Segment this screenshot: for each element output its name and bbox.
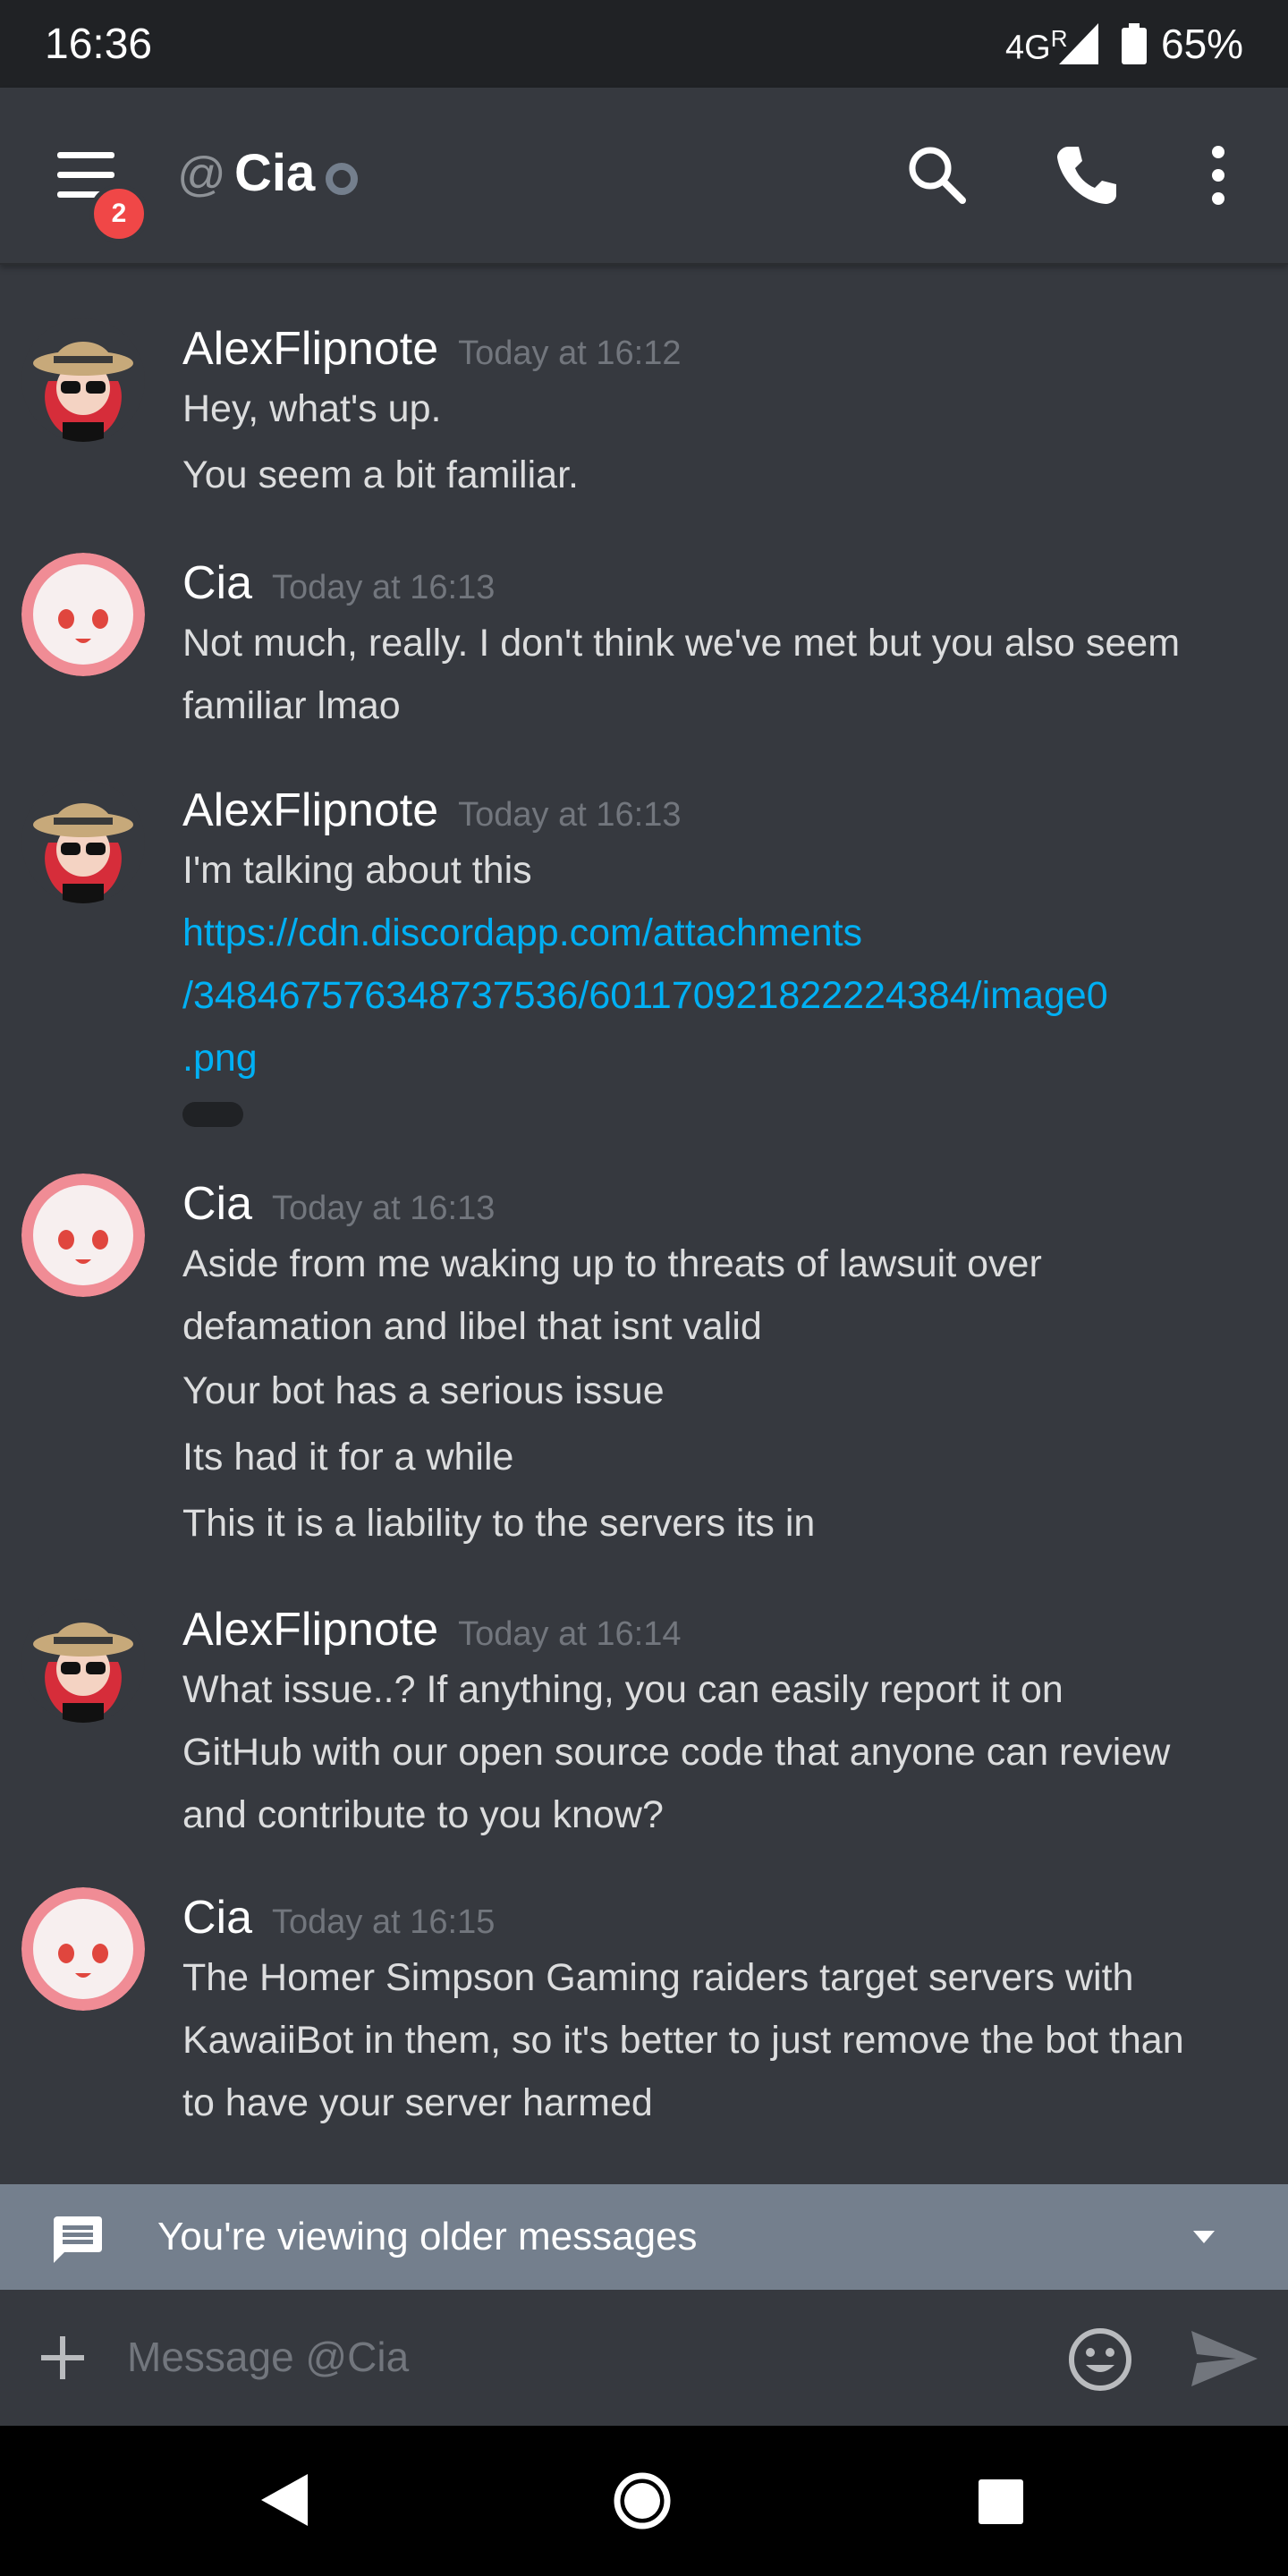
message-link[interactable]: .png <box>182 1027 1256 1089</box>
message-composer: Message @Cia <box>0 2290 1288 2426</box>
avatar-cia[interactable] <box>21 1887 145 2011</box>
message-author[interactable]: Cia Today at 16:13 <box>182 556 495 610</box>
emoji-icon[interactable] <box>1066 2326 1134 2394</box>
message-author[interactable]: Cia Today at 16:15 <box>182 1891 495 1945</box>
message-text: Your bot has a serious issue <box>182 1369 665 1412</box>
message-text: This it is a liability to the servers it… <box>182 1502 816 1545</box>
avatar-cia[interactable] <box>21 553 145 676</box>
avatar-alexflipnote[interactable] <box>21 318 145 442</box>
message-author[interactable]: Cia Today at 16:13 <box>182 1177 495 1231</box>
message-link[interactable]: https://cdn.discordapp.com/attachments <box>182 902 1256 964</box>
message-text: Aside from me waking up to threats of la… <box>182 1242 1042 1285</box>
message-timestamp: Today at 16:15 <box>272 1903 496 1941</box>
unread-badge: 2 <box>89 184 148 243</box>
signal-icon <box>1059 23 1098 64</box>
embed-loading-placeholder <box>182 1102 243 1127</box>
message-author[interactable]: AlexFlipnote Today at 16:14 <box>182 1603 681 1657</box>
at-symbol: @ <box>177 148 226 201</box>
message-text: and contribute to you know? <box>182 1793 664 1836</box>
back-icon[interactable] <box>259 2472 309 2528</box>
message-timestamp: Today at 16:14 <box>458 1615 682 1653</box>
message-text: GitHub with our open source code that an… <box>182 1731 1171 1774</box>
send-icon[interactable] <box>1190 2329 1259 2388</box>
older-messages-banner[interactable]: You're viewing older messages <box>0 2184 1288 2290</box>
older-messages-text: You're viewing older messages <box>157 2215 698 2258</box>
message-text: KawaiiBot in them, so it's better to jus… <box>182 2019 1184 2062</box>
message-link[interactable]: /348467576348737536/601170921822224384/i… <box>182 964 1256 1027</box>
avatar-alexflipnote[interactable] <box>21 780 145 903</box>
message-timestamp: Today at 16:12 <box>458 335 682 372</box>
message-text: familiar lmao <box>182 684 401 727</box>
message-text: Hey, what's up. <box>182 387 442 430</box>
channel-title: Cia <box>234 144 316 202</box>
message-author[interactable]: AlexFlipnote Today at 16:12 <box>182 322 681 376</box>
message-input[interactable]: Message @Cia <box>127 2333 409 2381</box>
status-offline-indicator <box>326 163 358 195</box>
message-timestamp: Today at 16:13 <box>458 796 682 834</box>
more-vertical-icon[interactable] <box>1181 138 1256 213</box>
search-icon[interactable] <box>900 138 975 213</box>
message-text: to have your server harmed <box>182 2081 653 2124</box>
avatar-alexflipnote[interactable] <box>21 1599 145 1723</box>
message-timestamp: Today at 16:13 <box>272 1190 496 1227</box>
chat-bubble-icon <box>54 2216 102 2263</box>
menu-icon <box>57 152 114 158</box>
status-bar: 16:36 4GR 65% <box>0 0 1288 88</box>
recents-icon[interactable] <box>977 2478 1025 2526</box>
battery-icon <box>1122 23 1147 64</box>
phone-icon[interactable] <box>1048 138 1123 213</box>
battery-percent: 65% <box>1161 21 1244 67</box>
message-text: Not much, really. I don't think we've me… <box>182 622 1181 665</box>
message-text: You seem a bit familiar. <box>182 453 579 496</box>
message-text: defamation and libel that isnt valid <box>182 1305 762 1348</box>
message-text: The Homer Simpson Gaming raiders target … <box>182 1956 1134 1999</box>
message-text: Its had it for a while <box>182 1436 514 1479</box>
channel-header: 2 @ Cia <box>0 88 1288 265</box>
status-time: 16:36 <box>45 21 153 68</box>
message-text: What issue..? If anything, you can easil… <box>182 1668 1063 1711</box>
message-text: I'm talking about this <box>182 849 532 892</box>
message-author[interactable]: AlexFlipnote Today at 16:13 <box>182 784 681 837</box>
system-nav-bar <box>0 2426 1288 2576</box>
message-timestamp: Today at 16:13 <box>272 569 496 606</box>
avatar-cia[interactable] <box>21 1174 145 1297</box>
home-icon[interactable] <box>612 2470 673 2531</box>
add-attachment-icon[interactable] <box>36 2331 89 2385</box>
jump-down-icon[interactable] <box>1186 2225 1222 2249</box>
